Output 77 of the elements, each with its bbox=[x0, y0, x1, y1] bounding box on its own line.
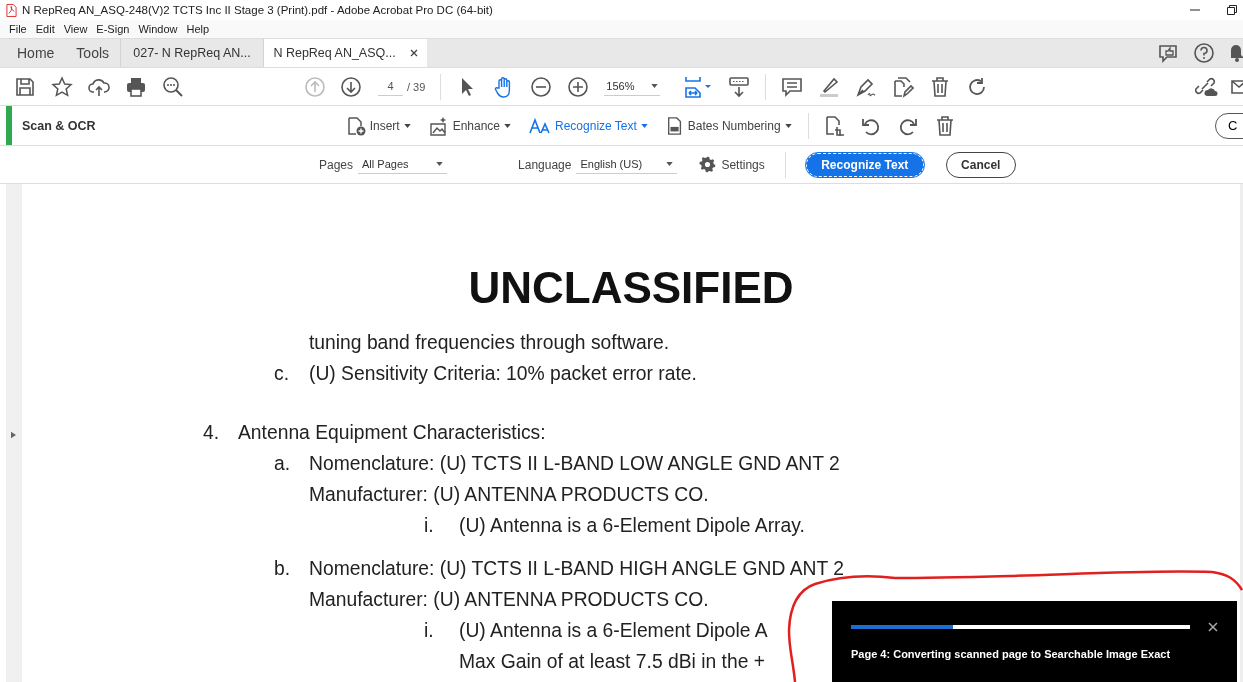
settings-button[interactable]: Settings bbox=[699, 156, 765, 173]
document-text: (U) Antenna is a 6-Element Dipole A bbox=[459, 619, 768, 643]
list-marker: i. bbox=[424, 514, 435, 538]
recognize-text-button[interactable]: Recognize Text bbox=[805, 152, 924, 177]
document-tab[interactable]: N RepReq AN_ASQ... bbox=[263, 39, 428, 67]
edit-document-icon[interactable] bbox=[892, 75, 915, 98]
keyboard-scroll-icon[interactable] bbox=[728, 75, 751, 98]
page-count: / 39 bbox=[407, 80, 426, 93]
caret-icon bbox=[504, 123, 512, 128]
document-text: tuning band frequencies through software. bbox=[309, 331, 670, 355]
share-icon[interactable] bbox=[1157, 42, 1179, 64]
expand-panel-icon[interactable] bbox=[11, 431, 16, 439]
pdf-file-icon bbox=[6, 3, 17, 17]
pages-label: Pages bbox=[319, 157, 354, 172]
caret-icon bbox=[403, 123, 411, 128]
gear-icon bbox=[699, 156, 717, 173]
close-icon[interactable] bbox=[1208, 622, 1218, 632]
list-marker: a. bbox=[274, 452, 292, 476]
numbered-page-icon bbox=[665, 115, 684, 136]
save-icon[interactable] bbox=[14, 75, 36, 98]
restore-icon[interactable] bbox=[1227, 5, 1237, 15]
star-icon[interactable] bbox=[51, 75, 73, 98]
highlighter-icon[interactable] bbox=[818, 75, 841, 98]
fit-page-icon[interactable] bbox=[683, 75, 714, 98]
document-text: (U) Antenna is a 6-Element Dipole Array. bbox=[459, 514, 805, 538]
cancel-button[interactable]: Cancel bbox=[945, 151, 1016, 178]
menu-item[interactable]: Window bbox=[138, 23, 178, 35]
print-icon[interactable] bbox=[125, 75, 147, 98]
bell-icon[interactable] bbox=[1229, 42, 1243, 64]
nav-tab[interactable]: Tools bbox=[65, 39, 121, 67]
document-text: Max Gain of at least 7.5 dBi in the + bbox=[459, 650, 765, 674]
list-marker: c. bbox=[274, 362, 290, 386]
document-text: (U) Sensitivity Criteria: 10% packet error rate. bbox=[309, 362, 697, 386]
link-cloud-icon[interactable] bbox=[1195, 75, 1219, 98]
language-label: Language bbox=[518, 157, 572, 172]
tool-menu[interactable]: Bates Numbering bbox=[665, 115, 792, 136]
list-marker: b. bbox=[274, 557, 292, 581]
tool-menu[interactable]: Recognize Text bbox=[529, 115, 648, 136]
text-size-icon bbox=[529, 117, 552, 134]
document-heading: UNCLASSIFIED bbox=[467, 262, 795, 314]
caret-icon bbox=[436, 162, 444, 166]
tool-menu[interactable]: Insert bbox=[345, 115, 411, 136]
tool-menu[interactable]: Enhance bbox=[428, 115, 512, 136]
zoom-search-icon[interactable] bbox=[162, 75, 184, 98]
insert-page-icon bbox=[345, 115, 366, 136]
document-text: Manufacturer: (U) ANTENNA PRODUCTS CO. bbox=[309, 483, 709, 507]
nav-tab[interactable]: Home bbox=[6, 39, 66, 67]
zoom-in-icon[interactable] bbox=[567, 75, 590, 98]
document-text: Manufacturer: (U) ANTENNA PRODUCTS CO. bbox=[309, 588, 709, 612]
document-text: Nomenclature: (U) TCTS II L-BAND HIGH ANGLE GND ANT 2 bbox=[309, 557, 844, 581]
page-number-field[interactable]: 4 bbox=[378, 77, 403, 96]
toast-message: Page 4: Converting scanned page to Searchable Image Exact bbox=[851, 648, 1172, 660]
comment-icon[interactable] bbox=[781, 75, 804, 98]
help-icon[interactable] bbox=[1193, 42, 1215, 64]
zoom-dropdown[interactable]: 156% bbox=[604, 77, 661, 96]
menu-item[interactable]: Edit bbox=[35, 23, 55, 35]
menu-item[interactable]: File bbox=[9, 23, 27, 35]
language-dropdown[interactable]: English (US) bbox=[576, 155, 678, 174]
document-text: Nomenclature: (U) TCTS II L-BAND LOW ANGLE GND ANT 2 bbox=[309, 452, 840, 476]
close-icon[interactable] bbox=[409, 49, 418, 57]
list-marker: 4. bbox=[203, 421, 221, 445]
list-marker: i. bbox=[424, 619, 435, 643]
caret-icon bbox=[640, 123, 648, 128]
enhance-image-icon bbox=[428, 115, 449, 136]
document-text: Antenna Equipment Characteristics: bbox=[238, 421, 546, 445]
menu-item[interactable]: View bbox=[63, 23, 88, 35]
panel-title: Scan & OCR bbox=[22, 118, 96, 133]
menu-item[interactable]: E-Sign bbox=[96, 23, 130, 35]
menu-item[interactable]: Help bbox=[186, 23, 210, 35]
close-button[interactable]: C bbox=[1215, 112, 1243, 139]
pages-dropdown[interactable]: All Pages bbox=[358, 155, 448, 174]
next-page-icon[interactable] bbox=[340, 75, 362, 98]
caret-icon bbox=[651, 84, 659, 88]
zoom-out-icon[interactable] bbox=[530, 75, 553, 98]
caret-icon bbox=[666, 162, 674, 166]
caret-icon bbox=[784, 123, 792, 128]
window-title: N RepReq AN_ASQ-248(V)2 TCTS Inc II Stage 3 (Print).pdf - Adobe Acrobat Pro DC (64-bit) bbox=[22, 4, 493, 16]
